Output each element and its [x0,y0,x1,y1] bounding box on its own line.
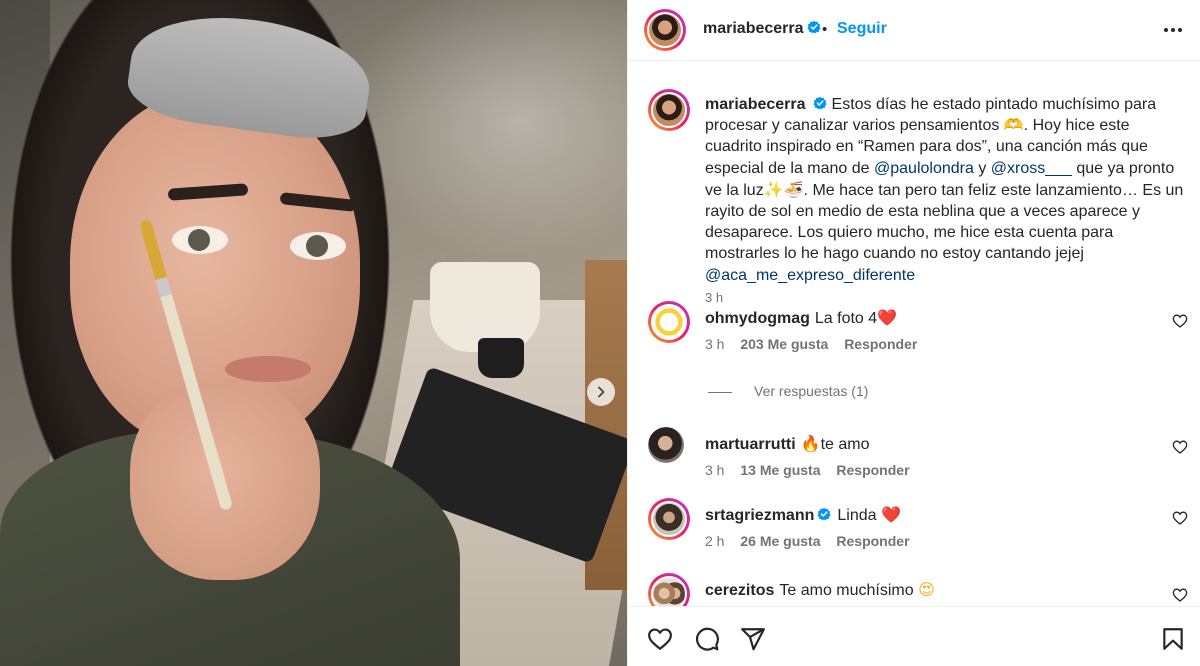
comment-likes[interactable]: 13 Me gusta [740,462,820,478]
comment-item: cerezitos Te amo muchísimo 😍 [642,573,1188,606]
comment-username[interactable]: cerezitos [705,582,774,599]
comment-avatar[interactable] [648,427,684,463]
bookmark-icon[interactable] [1160,626,1186,652]
author-username-row: mariabecerra [703,20,821,38]
comment-avatar-image [651,501,687,537]
next-photo-button[interactable] [587,378,615,406]
heart-icon[interactable] [1172,510,1188,526]
comment-meta: 3 h 13 Me gusta Responder [705,462,922,478]
comment-emoji: ❤️ [880,505,901,524]
comments-scroll-area[interactable]: mariabecerra Estos días he estado pintado… [628,61,1200,606]
verified-badge-icon [812,96,827,110]
photo-eye-right [290,232,346,260]
replies-divider [708,391,732,393]
view-replies-button[interactable]: Ver respuestas (1) [708,383,868,399]
comment-timestamp[interactable]: 2 h [705,533,724,549]
post-photo[interactable] [0,0,627,666]
post-action-bar [628,606,1200,666]
caption-text: mariabecerra Estos días he estado pintado… [705,94,1185,286]
more-options-button[interactable] [1159,16,1187,44]
mention-link[interactable]: @paulolondra [874,160,974,177]
chevron-right-icon [598,386,605,398]
comment-avatar-image [651,304,687,340]
comment-icon[interactable] [694,626,720,652]
post-details-panel: mariabecerra • Seguir mariabecerra Estos … [627,0,1200,666]
comment-likes[interactable]: 203 Me gusta [740,336,828,352]
comment-avatar[interactable] [648,498,690,540]
heart-icon[interactable] [1172,313,1188,329]
follow-button[interactable]: Seguir [837,20,887,38]
caption-username[interactable]: mariabecerra [705,96,806,113]
caption-emoji: ✨🍜 [763,179,804,199]
heart-icon[interactable] [1172,587,1188,603]
comment-reply-button[interactable]: Responder [836,533,909,549]
photo-cup [478,338,524,378]
comment-username[interactable]: srtagriezmann [705,507,814,524]
heart-icon[interactable] [647,626,673,652]
comment-text: Te amo muchísimo [779,582,914,599]
post-header: mariabecerra • Seguir [628,0,1200,61]
comment-avatar-image [651,576,687,606]
caption-body-2: y [973,159,991,177]
comment-item: ohmydogmag La foto 4❤️ 3 h 203 Me gusta R… [642,301,1188,371]
comment-emoji: 😍 [918,580,935,599]
caption-author-avatar[interactable] [648,89,690,131]
comment-username[interactable]: ohmydogmag [705,310,810,327]
comment-avatar[interactable] [648,573,690,606]
comment-reply-button[interactable]: Responder [836,462,909,478]
author-avatar[interactable] [644,9,686,51]
author-avatar-image [647,12,683,48]
comment-emoji: 🔥 [800,434,821,453]
comment-line: ohmydogmag La foto 4❤️ [705,307,1145,329]
mention-link[interactable]: @xross___ [991,160,1072,177]
comment-line: cerezitos Te amo muchísimo 😍 [705,579,1145,601]
comment-avatar-image [648,427,684,463]
author-username[interactable]: mariabecerra [703,20,804,37]
comment-text: te amo [820,436,870,453]
verified-badge-icon [817,507,831,521]
mention-link[interactable]: @aca_me_expreso_diferente [705,267,915,284]
header-separator: • [822,21,828,38]
comment-item: martuarrutti 🔥te amo 3 h 13 Me gusta Resp… [642,427,1188,497]
share-icon[interactable] [740,626,766,652]
comment-emoji: ❤️ [877,308,898,327]
comment-meta: 3 h 203 Me gusta Responder [705,336,929,352]
comment-item: srtagriezmann Linda ❤️ 2 h 26 Me gusta Re… [642,498,1188,568]
comment-timestamp[interactable]: 3 h [705,336,724,352]
comment-likes[interactable]: 26 Me gusta [740,533,820,549]
comment-text: Linda [837,507,877,524]
comment-meta: 2 h 26 Me gusta Responder [705,533,922,549]
comment-username[interactable]: martuarrutti [705,436,796,453]
heart-icon[interactable] [1172,439,1188,455]
comment-text: La foto 4 [814,310,878,327]
caption-avatar-image [651,92,687,128]
comment-line: martuarrutti 🔥te amo [705,433,1145,455]
verified-badge-icon [806,20,821,34]
view-replies-label: Ver respuestas (1) [754,383,869,399]
photo-lips [225,356,311,382]
comment-line: srtagriezmann Linda ❤️ [705,504,1145,526]
more-options-icon [1164,28,1168,32]
comment-reply-button[interactable]: Responder [844,336,917,352]
photo-eye-left [172,226,228,254]
comment-timestamp[interactable]: 3 h [705,462,724,478]
comment-avatar[interactable] [648,301,690,343]
